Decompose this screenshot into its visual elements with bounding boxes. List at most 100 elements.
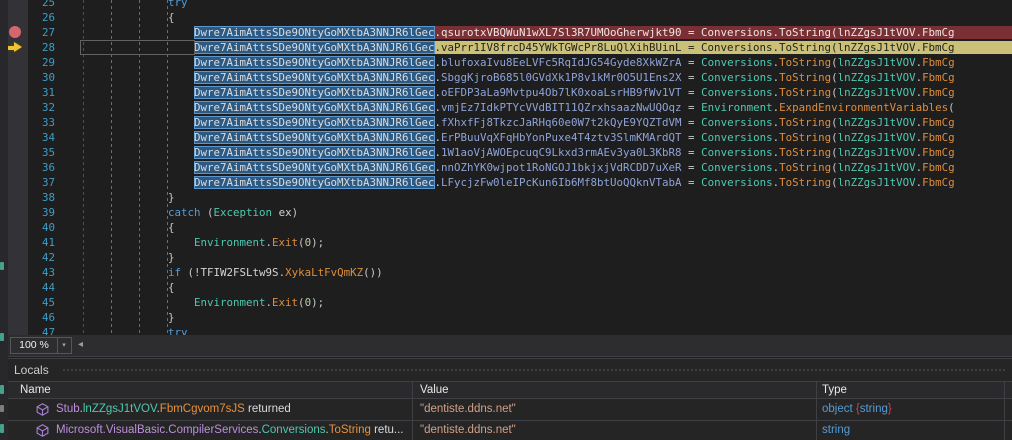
text-segment: .vaPrr1IV8frcD45YWkTGWcPr8LuQlXihBUinL =… (435, 41, 1012, 54)
text-segment: blufoxaIvu8EeLVFc5RqIdJG54Gyde8XkWZrA (441, 56, 682, 69)
code-text[interactable]: Dwre7AimAttsSDe9ONtyGoMXtbA3NNJR6lGec.Er… (194, 130, 955, 145)
line-number: 44 (0, 280, 55, 295)
code-text[interactable]: Dwre7AimAttsSDe9ONtyGoMXtbA3NNJR6lGec.Sb… (194, 70, 955, 85)
text-segment: fXhxfFj8TkzcJaRHq60e0W7t2kQyE9YQZTdVM (441, 116, 682, 129)
code-line[interactable]: 38} (0, 190, 1012, 205)
text-segment: lnZZgsJ1tVOV (838, 56, 916, 69)
code-line[interactable]: 41Environment.Exit(0); (0, 235, 1012, 250)
code-line[interactable]: 34Dwre7AimAttsSDe9ONtyGoMXtbA3NNJR6lGec.… (0, 130, 1012, 145)
code-line[interactable]: 33 Dwre7AimAttsSDe9ONtyGoMXtbA3NNJR6lGec.… (0, 115, 1012, 130)
line-number: 33 (0, 115, 55, 130)
code-text[interactable]: try (168, 0, 188, 10)
column-header-value[interactable]: Value (420, 382, 449, 398)
code-line[interactable]: 29 Dwre7AimAttsSDe9ONtyGoMXtbA3NNJR6lGec.… (0, 55, 1012, 70)
code-text[interactable]: Environment.Exit(0); (194, 235, 324, 250)
text-segment: Conversions (262, 424, 326, 436)
code-text[interactable]: catch (Exception ex) (168, 205, 298, 220)
variable-name[interactable]: Stub.lnZZgsJ1tVOV.FbmCgvom7sJS returned (56, 399, 291, 420)
code-text[interactable]: { (168, 280, 175, 295)
line-number: 42 (0, 250, 55, 265)
code-text[interactable]: } (168, 310, 175, 325)
variable-name[interactable]: Microsoft.VisualBasic.CompilerServices.C… (56, 420, 404, 440)
code-text[interactable]: { (168, 10, 175, 25)
text-segment: Conversions (701, 161, 773, 174)
code-text[interactable]: { (168, 220, 175, 235)
text-segment: Conversions (701, 131, 773, 144)
code-line[interactable]: 30Dwre7AimAttsSDe9ONtyGoMXtbA3NNJR6lGec.… (0, 70, 1012, 85)
code-text[interactable]: Dwre7AimAttsSDe9ONtyGoMXtbA3NNJR6lGec.fX… (194, 115, 955, 130)
text-segment: { (168, 281, 175, 294)
text-segment: ( (948, 101, 955, 114)
current-statement-arrow-icon[interactable] (8, 42, 23, 53)
code-line[interactable]: 47try (0, 325, 1012, 335)
text-segment: retu... (371, 424, 404, 436)
text-segment: ex (279, 206, 292, 219)
locals-panel-title: Locals (14, 363, 49, 377)
code-line[interactable]: 31Dwre7AimAttsSDe9ONtyGoMXtbA3NNJR6lGec.… (0, 85, 1012, 100)
code-text[interactable]: Dwre7AimAttsSDe9ONtyGoMXtbA3NNJR6lGec.va… (194, 40, 1012, 55)
breakpoint-icon[interactable] (9, 26, 21, 38)
line-number: 29 (0, 55, 55, 70)
code-line[interactable]: 27Dwre7AimAttsSDe9ONtyGoMXtbA3NNJR6lGec.… (0, 25, 1012, 40)
text-segment: Dwre7AimAttsSDe9ONtyGoMXtbA3NNJR6lGec (194, 71, 435, 84)
edge-artifact (0, 405, 4, 412)
locals-row[interactable]: Microsoft.VisualBasic.CompilerServices.C… (0, 420, 1012, 440)
code-text[interactable]: if (!TFIW2FSLtw9S.XykaLtFvQmKZ()) (168, 265, 383, 280)
text-segment: Dwre7AimAttsSDe9ONtyGoMXtbA3NNJR6lGec (194, 86, 435, 99)
code-text[interactable]: } (168, 250, 175, 265)
code-text[interactable]: try (168, 325, 188, 335)
code-text[interactable]: Dwre7AimAttsSDe9ONtyGoMXtbA3NNJR6lGec.LF… (194, 175, 955, 190)
code-line[interactable]: 43 if (!TFIW2FSLtw9S.XykaLtFvQmKZ()) (0, 265, 1012, 280)
code-text[interactable]: Dwre7AimAttsSDe9ONtyGoMXtbA3NNJR6lGec.qs… (194, 25, 1012, 40)
code-text[interactable]: Environment.Exit(0); (194, 295, 324, 310)
text-segment: if (168, 266, 181, 279)
hscroll-left-arrow-icon[interactable]: ◂ (78, 338, 83, 352)
text-segment: Stub (56, 403, 80, 415)
code-text[interactable]: Dwre7AimAttsSDe9ONtyGoMXtbA3NNJR6lGec.nn… (194, 160, 955, 175)
text-segment: .qsurotxVBQWuN1wXL7Sl3R7UMOoGherwjkt90 =… (435, 26, 1012, 39)
line-number: 39 (0, 205, 55, 220)
code-line[interactable]: 42} (0, 250, 1012, 265)
text-segment: Conversions (701, 86, 773, 99)
text-segment: = (682, 116, 702, 129)
text-segment: FbmCg (922, 71, 955, 84)
code-line[interactable]: 39 catch (Exception ex) (0, 205, 1012, 220)
code-line[interactable]: 28Dwre7AimAttsSDe9ONtyGoMXtbA3NNJR6lGec.… (0, 40, 1012, 55)
column-header-type[interactable]: Type (822, 382, 847, 398)
code-line[interactable]: 40{ (0, 220, 1012, 235)
variable-cube-icon (36, 424, 49, 440)
code-text[interactable]: Dwre7AimAttsSDe9ONtyGoMXtbA3NNJR6lGec.vm… (194, 100, 955, 115)
current-line-box (80, 40, 195, 55)
editor-zoom-level[interactable]: 100 % (10, 337, 58, 354)
code-editor[interactable]: 25try26{27Dwre7AimAttsSDe9ONtyGoMXtbA3NN… (0, 0, 1012, 335)
locals-header-row[interactable]: Name Value Type (0, 382, 1012, 399)
locals-row[interactable]: Stub.lnZZgsJ1tVOV.FbmCgvom7sJS returned "… (0, 399, 1012, 421)
column-header-name[interactable]: Name (20, 382, 51, 398)
locals-drag-grip[interactable] (62, 368, 1006, 373)
code-text[interactable]: } (168, 190, 175, 205)
code-line[interactable]: 44 { (0, 280, 1012, 295)
arrow-head (14, 42, 22, 52)
code-line[interactable]: 25try (0, 0, 1012, 10)
code-line[interactable]: 37Dwre7AimAttsSDe9ONtyGoMXtbA3NNJR6lGec.… (0, 175, 1012, 190)
code-line[interactable]: 32Dwre7AimAttsSDe9ONtyGoMXtbA3NNJR6lGec.… (0, 100, 1012, 115)
code-line[interactable]: 46} (0, 310, 1012, 325)
code-text[interactable]: Dwre7AimAttsSDe9ONtyGoMXtbA3NNJR6lGec.bl… (194, 55, 955, 70)
code-line[interactable]: 45Environment.Exit(0); (0, 295, 1012, 310)
text-segment: ErPBuuVqXFqHbYonPuxe4T4ztv3SlmKMArdQT (441, 131, 682, 144)
variable-value[interactable]: "dentiste.ddns.net" (420, 399, 516, 420)
text-segment: try (168, 0, 188, 9)
text-segment: ToString (779, 86, 831, 99)
code-line[interactable]: 26{ (0, 10, 1012, 25)
text-segment: ToString (329, 424, 371, 436)
code-line[interactable]: 35Dwre7AimAttsSDe9ONtyGoMXtbA3NNJR6lGec.… (0, 145, 1012, 160)
zoom-dropdown-button[interactable]: ▾ (57, 337, 72, 354)
text-segment: = (682, 161, 702, 174)
variable-value[interactable]: "dentiste.ddns.net" (420, 420, 516, 440)
line-number: 43 (0, 265, 55, 280)
code-line[interactable]: 36Dwre7AimAttsSDe9ONtyGoMXtbA3NNJR6lGec.… (0, 160, 1012, 175)
code-text[interactable]: Dwre7AimAttsSDe9ONtyGoMXtbA3NNJR6lGec.oE… (194, 85, 955, 100)
code-text[interactable]: Dwre7AimAttsSDe9ONtyGoMXtbA3NNJR6lGec.1W… (194, 145, 955, 160)
text-segment: } (888, 403, 892, 415)
variable-type: string (822, 420, 850, 440)
